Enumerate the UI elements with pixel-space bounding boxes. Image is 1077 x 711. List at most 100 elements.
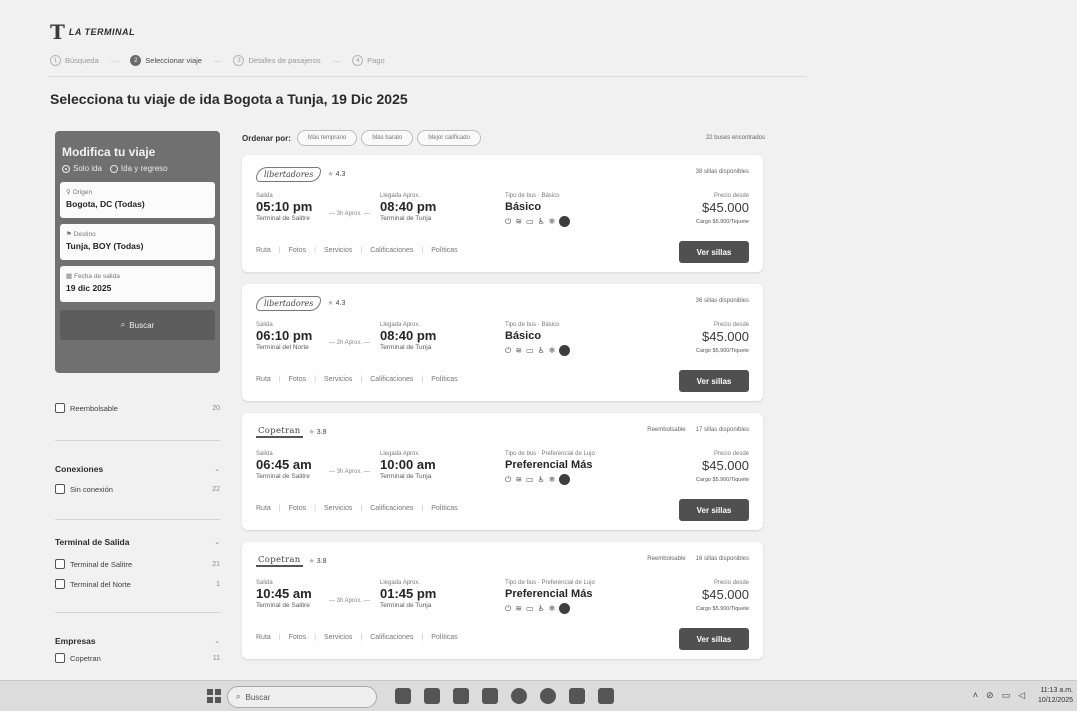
checkbox[interactable] — [55, 484, 65, 494]
bus-type: Preferencial Más — [505, 588, 593, 600]
step-payment[interactable]: 4 Pago — [352, 55, 385, 66]
link-ratings[interactable]: Calificaciones — [370, 634, 413, 641]
edge-icon[interactable] — [540, 688, 556, 704]
link-photos[interactable]: Fotos — [289, 247, 307, 254]
step-select-trip[interactable]: 2 Seleccionar viaje — [130, 55, 202, 66]
taskbar-search[interactable]: ⌕ Buscar — [227, 686, 377, 708]
filter-terminal-salitre[interactable]: Terminal de Salitre 21 — [55, 556, 220, 572]
checkbox[interactable] — [55, 579, 65, 589]
results-count: 22 buses encontrados — [705, 135, 765, 141]
link-photos[interactable]: Fotos — [289, 634, 307, 641]
brand-name: Copetran — [256, 426, 303, 438]
link-services[interactable]: Servicios — [324, 634, 352, 641]
sort-chip-cheapest[interactable]: Más barato — [361, 130, 414, 146]
brand-name: Copetran — [256, 555, 303, 567]
task-view-icon[interactable] — [395, 688, 411, 704]
checkbox[interactable] — [55, 653, 65, 663]
filter-terminal-norte[interactable]: Terminal del Norte 1 — [55, 576, 220, 592]
wifi-icon: ≋ — [515, 475, 523, 484]
bus-type-label: Tipo de bus · Preferencial de Lujo — [505, 451, 595, 457]
link-policies[interactable]: Políticas — [431, 634, 457, 641]
filter-group-terminal[interactable]: Terminal de Salida ⌄ — [55, 534, 220, 550]
screen-icon: ▭ — [526, 346, 534, 355]
company-logo: libertadores ★ 4.3 — [256, 294, 345, 312]
search-button[interactable]: ⌕ Buscar — [60, 310, 215, 340]
magnifier-icon: ⌕ — [236, 692, 241, 701]
link-route[interactable]: Ruta — [256, 634, 271, 641]
chrome-icon[interactable] — [511, 688, 527, 704]
network-icon[interactable]: ⊘ — [986, 690, 994, 701]
store-icon[interactable] — [453, 688, 469, 704]
link-route[interactable]: Ruta — [256, 376, 271, 383]
link-ratings[interactable]: Calificaciones — [370, 247, 413, 254]
date-field[interactable]: ▦ Fecha de salida 19 dic 2025 — [60, 266, 215, 302]
link-photos[interactable]: Fotos — [289, 376, 307, 383]
volume-icon[interactable]: ◁ — [1018, 690, 1025, 701]
star-icon: ★ — [327, 171, 334, 178]
destination-field[interactable]: ⚑ Destino Tunja, BOY (Todas) — [60, 224, 215, 260]
link-separator: | — [421, 247, 424, 254]
checkbox[interactable] — [55, 403, 65, 413]
card-badges: Reembolsable 16 sillas disponibles — [647, 556, 749, 562]
taskbar-clock[interactable]: 11:13 a.m. 10/12/2025 — [1038, 686, 1073, 706]
step-passengers[interactable]: 3 Detalles de pasajeros — [233, 55, 321, 66]
checkbox[interactable] — [55, 559, 65, 569]
progress-steps: 1 Búsqueda — 2 Seleccionar viaje — 3 Det… — [50, 55, 385, 66]
view-seats-button[interactable]: Ver sillas — [679, 241, 749, 263]
trip-type-radios: Solo ida Ida y regreso — [62, 164, 215, 173]
link-route[interactable]: Ruta — [256, 247, 271, 254]
filter-group-companies[interactable]: Empresas ⌄ — [55, 633, 220, 649]
trip-card: Copetran ★ 3.8 Reembolsable 17 sillas disp… — [242, 413, 763, 530]
filter-left: Copetran — [55, 653, 101, 663]
amenities: ⏻ ≋ ▭ ♿ ❄ — [505, 216, 571, 227]
step-label: Pago — [367, 56, 385, 65]
chevron-up-icon[interactable]: ˄ — [973, 690, 978, 701]
star-icon: ★ — [308, 558, 315, 565]
wifi-icon: ≋ — [515, 346, 523, 355]
date-value: 19 dic 2025 — [66, 283, 112, 293]
view-seats-button[interactable]: Ver sillas — [679, 499, 749, 521]
view-seats-button[interactable]: Ver sillas — [679, 628, 749, 650]
arrival-time: 08:40 pm — [380, 199, 437, 214]
card-badges: 38 sillas disponibles — [696, 169, 749, 175]
link-ratings[interactable]: Calificaciones — [370, 376, 413, 383]
star-icon: ★ — [308, 429, 315, 436]
link-route[interactable]: Ruta — [256, 505, 271, 512]
trip-card: Copetran ★ 3.8 Reembolsable 16 sillas disp… — [242, 542, 763, 659]
company-logo: libertadores ★ 4.3 — [256, 165, 345, 183]
link-services[interactable]: Servicios — [324, 505, 352, 512]
filter-left: Reembolsable — [55, 403, 118, 413]
seats-badge: 38 sillas disponibles — [695, 169, 749, 175]
filter-group-connections[interactable]: Conexiones ⌄ — [55, 461, 220, 477]
link-policies[interactable]: Políticas — [431, 247, 457, 254]
price-block: Precio desde $45.000 Cargo $5.900/Tiquet… — [696, 451, 749, 483]
departure-terminal: Terminal de Salitre — [256, 602, 310, 609]
link-services[interactable]: Servicios — [324, 247, 352, 254]
radio-round-trip[interactable]: Ida y regreso — [109, 164, 168, 173]
radio-indicator — [109, 164, 118, 173]
step-search[interactable]: 1 Búsqueda — [50, 55, 99, 66]
windows-start-icon[interactable] — [207, 689, 221, 703]
app-icon[interactable] — [598, 688, 614, 704]
departure: Salida 06:45 am Terminal de Salitre — [256, 451, 312, 480]
app-icon[interactable] — [569, 688, 585, 704]
link-policies[interactable]: Políticas — [431, 376, 457, 383]
radio-one-way[interactable]: Solo ida — [62, 164, 102, 173]
link-photos[interactable]: Fotos — [289, 505, 307, 512]
file-explorer-icon[interactable] — [424, 688, 440, 704]
sort-chip-earliest[interactable]: Más temprano — [296, 130, 358, 146]
origin-field[interactable]: ⚲ Origen Bogota, DC (Todas) — [60, 182, 215, 218]
rating-value: 3.8 — [316, 558, 327, 565]
price-block: Precio desde $45.000 Cargo $5.900/Tiquet… — [696, 193, 749, 225]
filter-no-connection[interactable]: Sin conexión 22 — [55, 481, 220, 497]
mail-icon[interactable] — [482, 688, 498, 704]
filter-refundable[interactable]: Reembolsable 20 — [55, 400, 220, 416]
filter-company-copetran[interactable]: Copetran 11 — [55, 653, 220, 663]
sort-chip-best-rated[interactable]: Mejor calificado — [417, 130, 481, 146]
link-policies[interactable]: Políticas — [431, 505, 457, 512]
display-icon[interactable]: ▭ — [1002, 690, 1011, 701]
link-services[interactable]: Servicios — [324, 376, 352, 383]
logo[interactable]: T LA TERMINAL — [50, 22, 135, 42]
view-seats-button[interactable]: Ver sillas — [679, 370, 749, 392]
link-ratings[interactable]: Calificaciones — [370, 505, 413, 512]
